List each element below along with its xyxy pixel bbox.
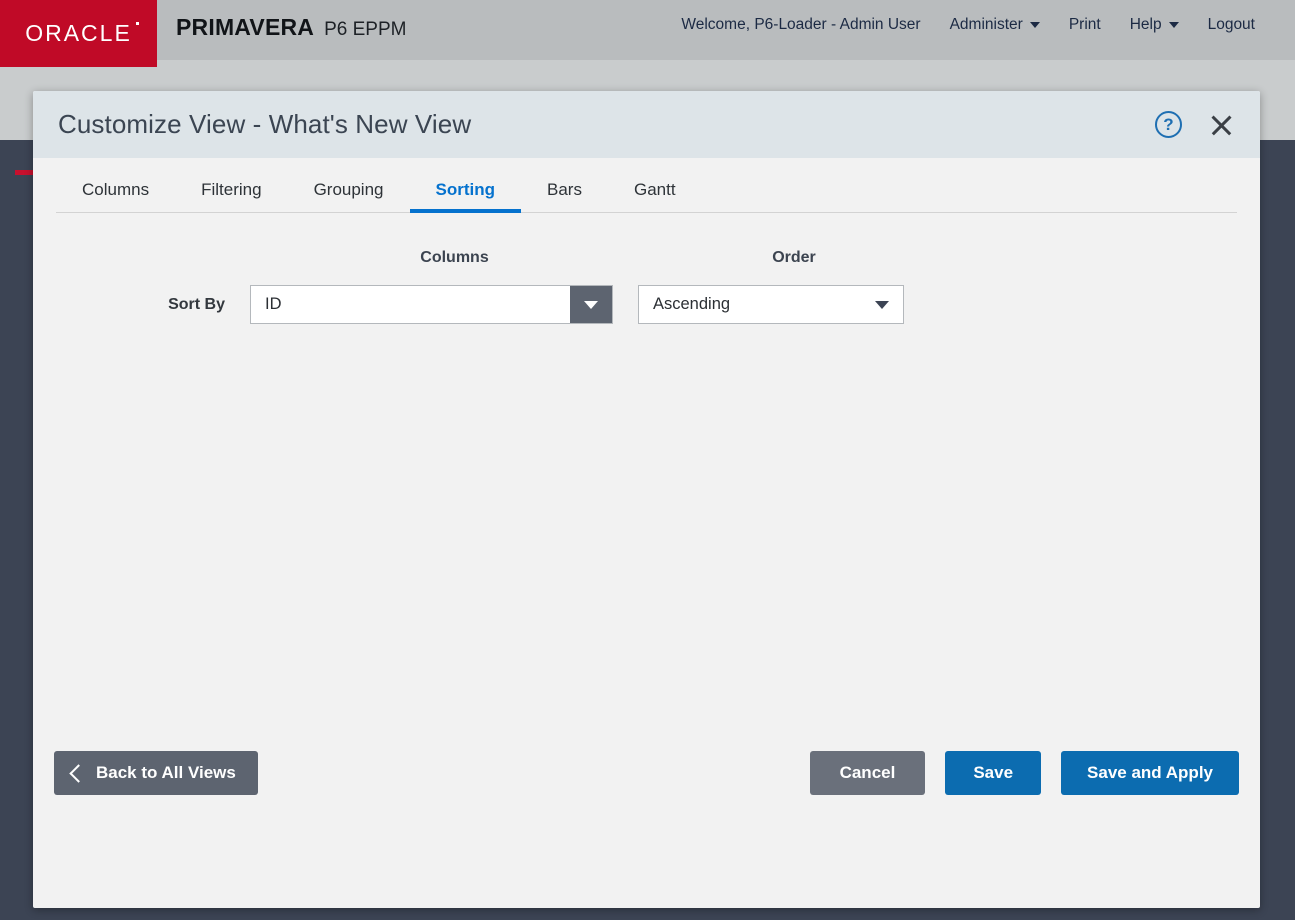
form-column-headers: Columns Order (33, 249, 1260, 271)
tab-columns[interactable]: Columns (56, 174, 175, 212)
dialog-footer-actions: Cancel Save Save and Apply (810, 751, 1239, 795)
nav-print[interactable]: Print (1069, 16, 1101, 34)
sort-by-column-dropdown-button[interactable] (570, 286, 612, 323)
sort-by-column-value[interactable]: ID (251, 286, 570, 323)
close-x-icon[interactable] (1206, 110, 1236, 140)
dialog-title: Customize View - What's New View (58, 109, 1155, 140)
save-button[interactable]: Save (945, 751, 1041, 795)
chevron-left-icon (69, 764, 87, 782)
tab-gantt[interactable]: Gantt (608, 174, 702, 212)
save-and-apply-button[interactable]: Save and Apply (1061, 751, 1239, 795)
back-to-all-views-label: Back to All Views (96, 763, 236, 783)
dialog-header-actions: ? (1155, 110, 1236, 140)
tab-sorting[interactable]: Sorting (410, 174, 522, 212)
oracle-logo-block: ORACLE (0, 0, 157, 67)
global-navigation: Welcome, P6-Loader - Admin User Administ… (681, 16, 1255, 34)
nav-logout-label: Logout (1208, 16, 1255, 34)
nav-administer-label: Administer (950, 16, 1023, 34)
chevron-down-icon (584, 301, 598, 309)
sort-by-row: Sort By ID Ascending (33, 285, 904, 324)
question-mark-circle-icon[interactable]: ? (1155, 111, 1182, 138)
tab-bars[interactable]: Bars (521, 174, 608, 212)
chevron-down-icon (1030, 22, 1040, 28)
chevron-down-icon (875, 301, 889, 309)
product-name-label: P6 EPPM (324, 19, 406, 41)
dialog-tabs: Columns Filtering Grouping Sorting Bars … (56, 158, 1237, 213)
dialog-footer: Back to All Views Cancel Save Save and A… (33, 732, 1260, 814)
tab-grouping[interactable]: Grouping (288, 174, 410, 212)
tab-filtering[interactable]: Filtering (175, 174, 287, 212)
nav-logout[interactable]: Logout (1208, 16, 1255, 34)
customize-view-dialog: Customize View - What's New View ? Colum… (33, 91, 1260, 908)
nav-help[interactable]: Help (1130, 16, 1179, 34)
welcome-user-label: Welcome, P6-Loader - Admin User (681, 16, 920, 34)
sort-order-select[interactable]: Ascending (638, 285, 904, 324)
dialog-header: Customize View - What's New View ? (33, 91, 1260, 158)
order-column-header: Order (661, 249, 927, 267)
chevron-down-icon (1169, 22, 1179, 28)
oracle-wordmark: ORACLE (25, 20, 132, 47)
back-to-all-views-button[interactable]: Back to All Views (54, 751, 258, 795)
sort-by-label: Sort By (33, 296, 250, 314)
primavera-wordmark: PRIMAVERA (176, 14, 314, 41)
nav-help-label: Help (1130, 16, 1162, 34)
nav-print-label: Print (1069, 16, 1101, 34)
cancel-button[interactable]: Cancel (810, 751, 926, 795)
dialog-body: Columns Order Sort By ID Ascending Back … (33, 213, 1260, 814)
welcome-user-text: Welcome, P6-Loader - Admin User (681, 16, 920, 34)
sort-order-value: Ascending (653, 295, 875, 314)
sort-by-column-combobox[interactable]: ID (250, 285, 613, 324)
nav-administer[interactable]: Administer (950, 16, 1040, 34)
columns-column-header: Columns (273, 249, 636, 267)
product-branding: PRIMAVERA P6 EPPM (176, 14, 406, 41)
